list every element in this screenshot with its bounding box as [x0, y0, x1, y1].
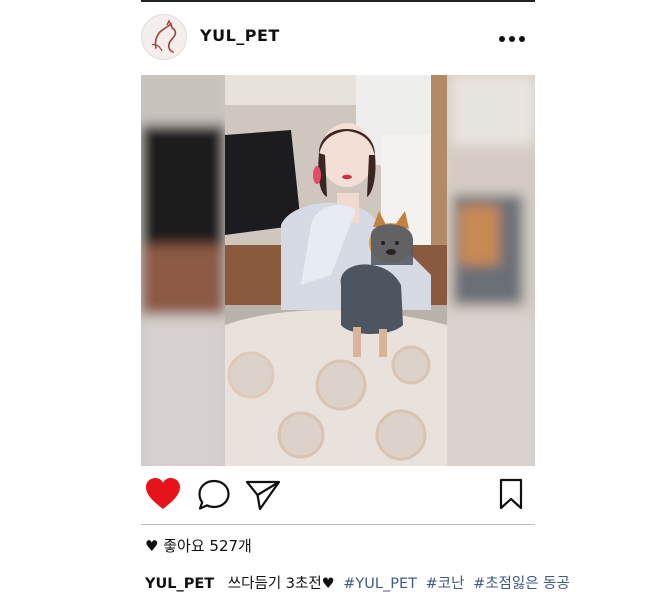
likes-text: 좋아요 527개	[163, 537, 252, 555]
top-border	[141, 0, 535, 2]
send-icon[interactable]	[245, 479, 281, 515]
heart-small-icon: ♥	[145, 537, 159, 555]
post-caption: YUL_PET 쓰다듬기 3초전♥ #YUL_PET #코난 #초점잃은 동공	[145, 572, 570, 593]
cat-logo-icon	[151, 19, 177, 53]
post-image[interactable]	[141, 75, 535, 466]
hashtag[interactable]: #코난	[426, 576, 465, 592]
post-actions	[141, 477, 535, 513]
divider	[141, 524, 535, 525]
dot	[519, 36, 525, 42]
post-username[interactable]: YUL_PET	[200, 26, 280, 45]
dot	[509, 36, 515, 42]
bookmark-icon[interactable]	[499, 478, 523, 514]
avatar[interactable]	[141, 14, 187, 60]
caption-username[interactable]: YUL_PET	[145, 576, 214, 592]
post-header: YUL_PET	[141, 14, 535, 62]
caption-text: 쓰다듬기 3초전♥	[227, 576, 335, 592]
photo-woman-with-dog	[141, 75, 535, 466]
comment-icon[interactable]	[197, 479, 231, 515]
more-dots-icon[interactable]	[499, 36, 525, 44]
likes-count[interactable]: ♥ 좋아요 527개	[145, 535, 252, 556]
heart-icon[interactable]	[145, 477, 181, 515]
hashtag[interactable]: #초점잃은 동공	[473, 576, 570, 592]
hashtag[interactable]: #YUL_PET	[343, 576, 417, 592]
dot	[499, 36, 505, 42]
